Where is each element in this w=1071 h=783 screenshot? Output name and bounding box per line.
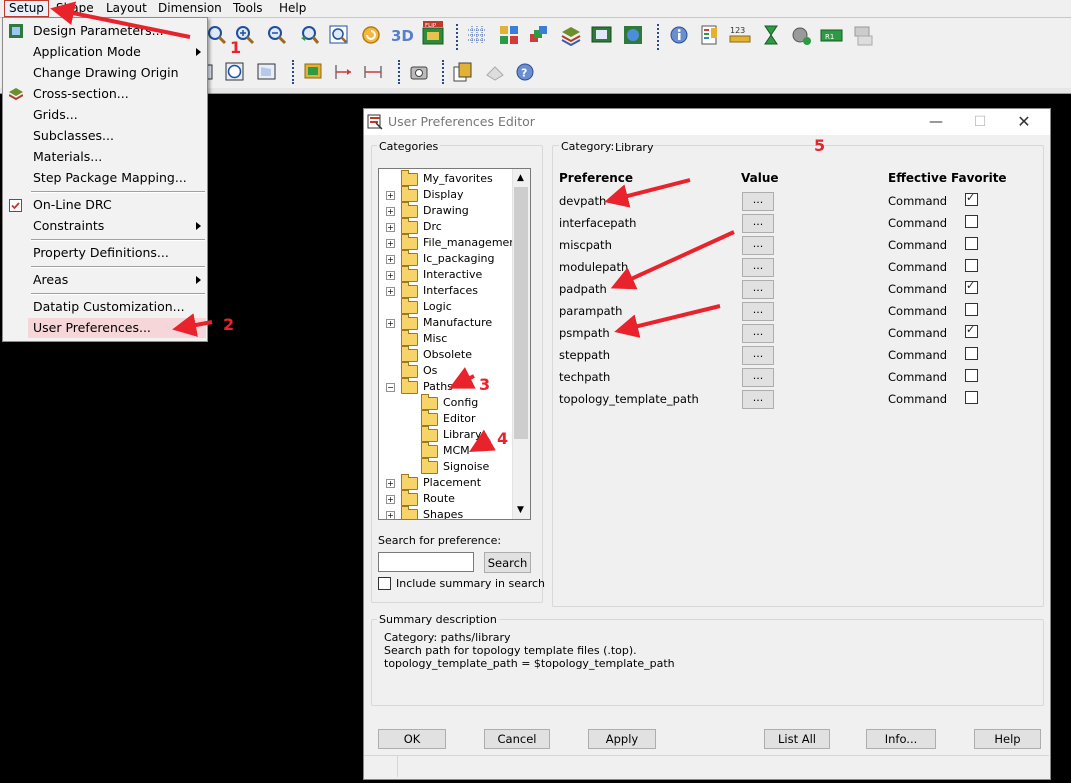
annotation-arrow-padpath bbox=[610, 230, 735, 290]
annotation-number-3: 3 bbox=[479, 375, 491, 394]
annotation-arrow-psmpath bbox=[614, 304, 721, 338]
annotation-overlay bbox=[50, 1, 735, 452]
annotation-arrow-1 bbox=[50, 1, 191, 39]
annotation-arrow-4 bbox=[469, 429, 496, 452]
annotation-number-2: 2 bbox=[223, 315, 235, 334]
annotation-arrow-3 bbox=[448, 367, 476, 389]
annotation-arrow-2 bbox=[172, 313, 213, 337]
annotation-number-1: 1 bbox=[230, 38, 242, 57]
annotation-number-4: 4 bbox=[497, 429, 509, 448]
annotation-arrow-devpath bbox=[604, 178, 691, 208]
annotation-number-5: 5 bbox=[814, 136, 826, 155]
